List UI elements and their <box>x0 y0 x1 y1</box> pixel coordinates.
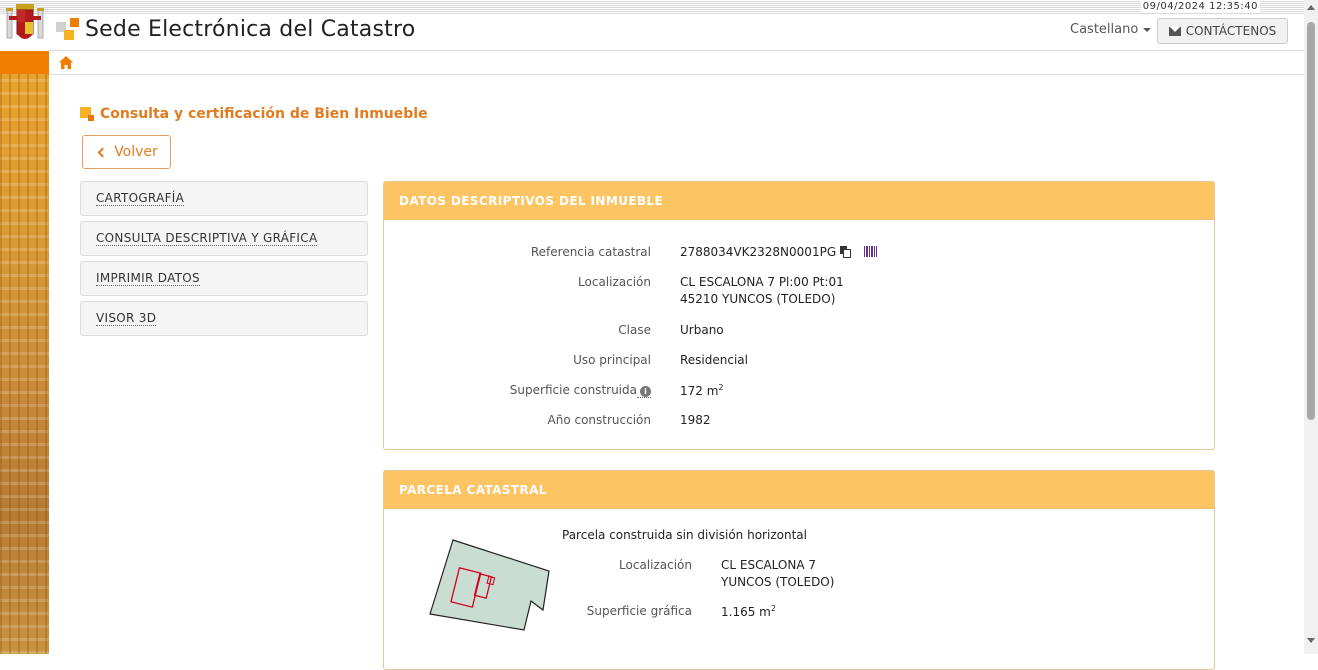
header: Sede Electrónica del Catastro Castellano… <box>49 14 1304 51</box>
menu-item-imprimir[interactable]: IMPRIMIR DATOS <box>80 261 368 296</box>
mail-icon <box>1168 26 1181 36</box>
scrollbar[interactable] <box>1304 0 1318 654</box>
parcel-loc-line2: YUNCOS (TOLEDO) <box>721 575 835 589</box>
menu-item-label: CONSULTA DESCRIPTIVA Y GRÁFICA <box>96 231 318 246</box>
descriptive-heading: DATOS DESCRIPTIVOS DEL INMUEBLE <box>384 182 1214 220</box>
contact-label: CONTÁCTENOS <box>1185 24 1277 38</box>
menu-item-consulta[interactable]: CONSULTA DESCRIPTIVA Y GRÁFICA <box>80 221 368 256</box>
ref-value-row: 2788034VK2328N0001PG <box>680 245 878 259</box>
area-unit-sup: 2 <box>718 383 724 392</box>
language-selector[interactable]: Castellano <box>1070 22 1152 37</box>
area-value-row: 172 m2 <box>680 383 724 398</box>
loc-label: Localización <box>578 275 651 289</box>
copy-icon[interactable] <box>840 246 852 258</box>
parcel-area-label: Superficie gráfica <box>586 604 692 618</box>
year-label: Año construcción <box>547 413 652 427</box>
parcel-loc-line1: CL ESCALONA 7 <box>721 558 817 572</box>
scroll-down-icon[interactable] <box>1307 638 1315 643</box>
parcel-heading: PARCELA CATASTRAL <box>384 471 1214 509</box>
home-icon[interactable] <box>59 56 73 69</box>
area-value: 172 m <box>680 384 719 398</box>
top-strip: 09/04/2024 12:35:40 <box>0 0 1304 14</box>
area-label-row: Superficie construida i <box>384 383 651 398</box>
loc-line2: 45210 YUNCOS (TOLEDO) <box>680 292 836 306</box>
scroll-thumb[interactable] <box>1307 22 1315 420</box>
class-label: Clase <box>618 323 651 337</box>
parcel-panel: PARCELA CATASTRAL Parcela construida sin… <box>383 470 1215 670</box>
datetime: 09/04/2024 12:35:40 <box>1140 1 1260 13</box>
language-label: Castellano <box>1070 22 1139 37</box>
back-button[interactable]: Volver <box>82 135 171 169</box>
coat-of-arms-icon <box>6 4 44 39</box>
side-orange-bar <box>0 51 49 74</box>
side-menu: CARTOGRAFÍA CONSULTA DESCRIPTIVA Y GRÁFI… <box>80 181 368 341</box>
year-value: 1982 <box>680 413 711 427</box>
barcode-icon[interactable] <box>864 246 878 257</box>
descriptive-panel: DATOS DESCRIPTIVOS DEL INMUEBLE Referenc… <box>383 181 1215 450</box>
chevron-left-icon <box>97 147 108 157</box>
info-icon: i <box>640 386 651 397</box>
site-title: Sede Electrónica del Catastro <box>85 17 416 42</box>
use-value: Residencial <box>680 353 748 367</box>
parcel-area-sup: 2 <box>770 604 776 613</box>
class-value: Urbano <box>680 323 724 337</box>
parcel-type: Parcela construida sin división horizont… <box>562 528 807 542</box>
use-label: Uso principal <box>573 353 651 367</box>
parcel-map[interactable] <box>427 537 551 633</box>
contact-button[interactable]: CONTÁCTENOS <box>1157 18 1288 44</box>
ref-label: Referencia catastral <box>530 245 651 259</box>
area-label: Superficie construida <box>509 383 637 397</box>
info-tooltip[interactable]: i <box>637 383 651 398</box>
parcel-area-value: 1.165 m <box>721 605 771 619</box>
page-title: Consulta y certificación de Bien Inmuebl… <box>80 106 428 122</box>
back-label: Volver <box>114 144 158 160</box>
title-icon <box>80 107 94 121</box>
city-image <box>0 74 49 654</box>
catastro-logo-icon <box>56 18 79 40</box>
parcel-loc-label: Localización <box>619 558 692 572</box>
menu-item-visor-3d[interactable]: VISOR 3D <box>80 301 368 336</box>
ref-value: 2788034VK2328N0001PG <box>680 245 837 259</box>
menu-item-label: VISOR 3D <box>96 311 157 326</box>
menu-item-label: IMPRIMIR DATOS <box>96 271 200 286</box>
chevron-down-icon <box>1143 27 1152 32</box>
page-title-text: Consulta y certificación de Bien Inmuebl… <box>100 106 428 122</box>
parcel-area-row: 1.165 m2 <box>721 604 776 619</box>
loc-line1: CL ESCALONA 7 Pl:00 Pt:01 <box>680 275 844 289</box>
breadcrumb <box>49 51 1304 75</box>
menu-item-label: CARTOGRAFÍA <box>96 191 185 206</box>
scroll-up-icon[interactable] <box>1307 5 1315 10</box>
menu-item-cartografia[interactable]: CARTOGRAFÍA <box>80 181 368 216</box>
